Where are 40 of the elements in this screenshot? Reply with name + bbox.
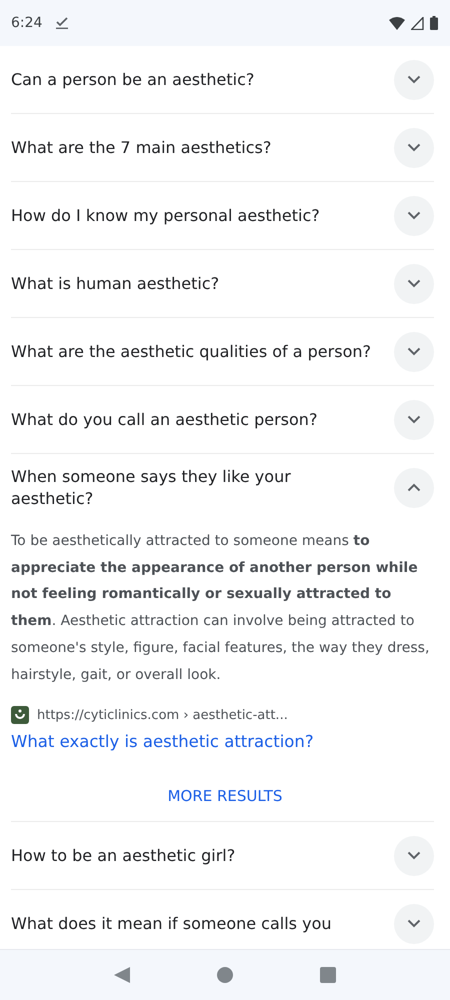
chevron-down-icon: [407, 919, 421, 928]
back-icon[interactable]: [114, 967, 130, 983]
expand-button[interactable]: [394, 836, 434, 876]
wifi-icon: [389, 16, 405, 30]
source-link[interactable]: What exactly is aesthetic attraction?: [11, 732, 434, 752]
question-text: Can a person be an aesthetic?: [11, 68, 254, 90]
expand-button[interactable]: [394, 904, 434, 944]
expand-button[interactable]: [394, 400, 434, 440]
question-text: What does it mean if someone calls you: [11, 912, 332, 935]
question-text: When someone says they like your aesthetic?: [11, 466, 292, 510]
chevron-down-icon: [407, 415, 421, 424]
question-text: What is human aesthetic?: [11, 272, 220, 294]
expand-button[interactable]: [394, 468, 434, 508]
home-icon[interactable]: [216, 967, 233, 983]
question-text: How do I know my personal aesthetic?: [11, 204, 320, 226]
more-results-button[interactable]: MORE RESULTS: [160, 783, 290, 810]
answer-paragraph: To be aesthetically attracted to someone means to appreciate the appearance of another person while not feeling romantically or sexually attracted to them. Aesthetic attraction can involve being attracted to someone's style, figure, facial features, the way they dress, hairstyle, gait, or overall look.: [11, 532, 430, 685]
recents-icon[interactable]: [320, 967, 336, 983]
signal-icon: [411, 16, 424, 30]
clock: 6:24: [11, 15, 42, 31]
chevron-down-icon: [407, 279, 421, 288]
chevron-up-icon: [407, 483, 421, 492]
chevron-down-icon: [407, 143, 421, 152]
question-text: What do you call an aesthetic person?: [11, 408, 318, 430]
chevron-down-icon: [407, 75, 421, 84]
expand-button[interactable]: [394, 264, 434, 304]
expand-button[interactable]: [394, 196, 434, 236]
expand-button[interactable]: [394, 60, 434, 100]
chevron-down-icon: [407, 211, 421, 220]
question-text: How to be an aesthetic girl?: [11, 844, 236, 867]
expand-button[interactable]: [394, 332, 434, 372]
site-logo-icon: [11, 706, 29, 724]
battery-icon: [430, 16, 438, 30]
chevron-down-icon: [407, 851, 421, 860]
download-done-icon: [56, 17, 68, 29]
question-text: What are the aesthetic qualities of a person?: [11, 340, 371, 362]
source-url: https://cyticlinics.com › aesthetic-att...: [37, 708, 288, 723]
question-text: What are the 7 main aesthetics?: [11, 136, 272, 158]
expand-button[interactable]: [394, 128, 434, 168]
chevron-down-icon: [407, 347, 421, 356]
